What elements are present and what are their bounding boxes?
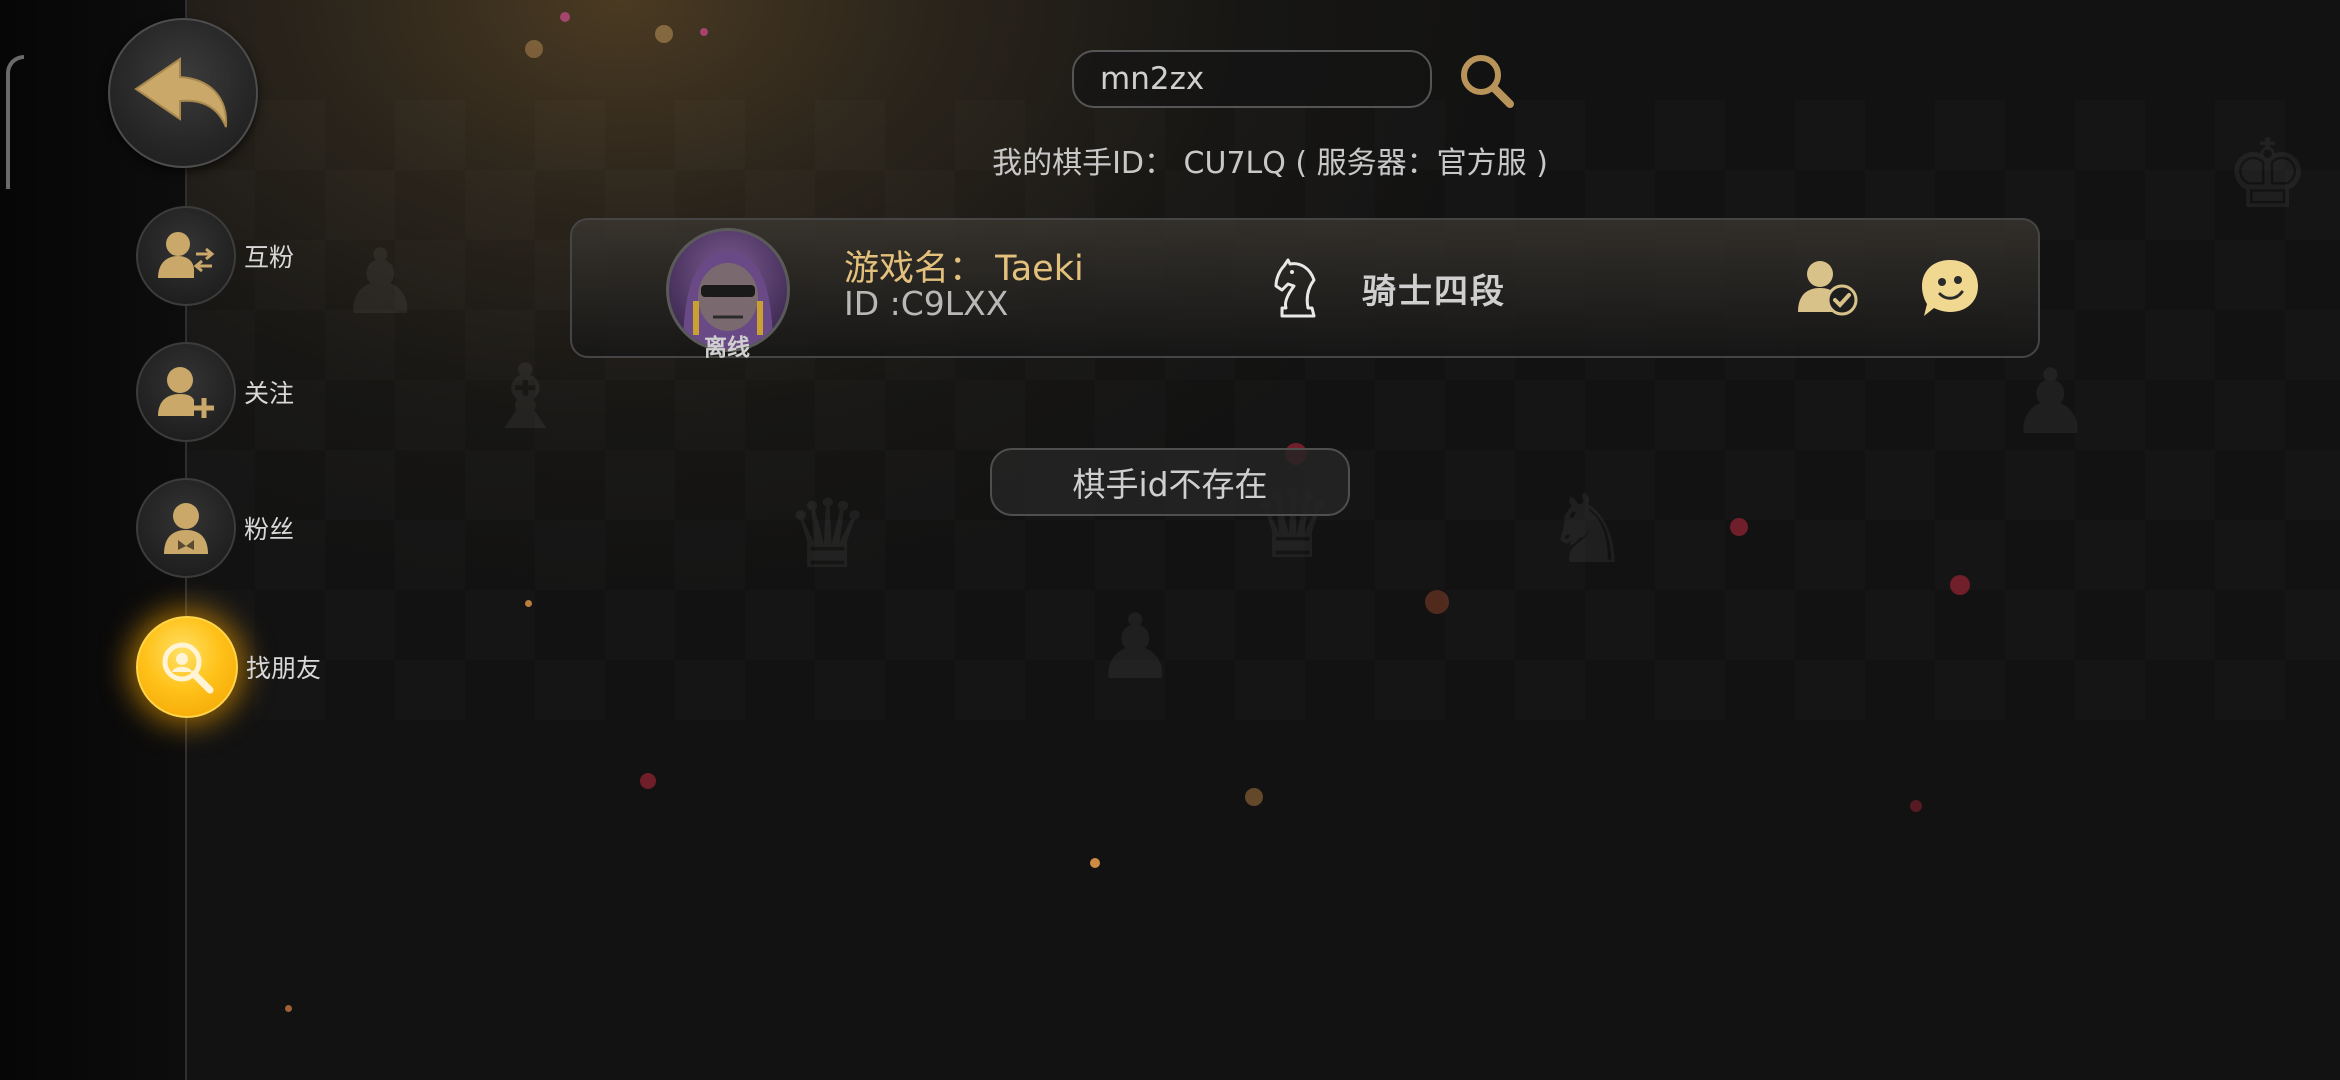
queen-silhouette-icon: ♛ (785, 480, 871, 590)
search-box (1072, 50, 1432, 108)
back-button[interactable] (108, 18, 258, 168)
search-icon (1461, 55, 1514, 108)
nav-icon-circle (136, 478, 236, 578)
spark (525, 40, 543, 58)
spark (525, 600, 532, 607)
spark (655, 25, 673, 43)
spark (560, 12, 570, 22)
nav-icon-circle-active (136, 616, 238, 718)
add-follow-icon (158, 367, 214, 418)
spark (1425, 590, 1449, 614)
search-input[interactable] (1100, 61, 1404, 97)
sidebar-item-following[interactable]: 关注 (136, 342, 294, 442)
followed-button[interactable] (1794, 254, 1862, 322)
knight-silhouette-icon: ♞ (1545, 475, 1631, 585)
king-silhouette-icon: ♚ (2225, 120, 2311, 230)
search-button[interactable] (1456, 50, 1518, 112)
player-id: ID :C9LXX (844, 284, 1009, 323)
sidebar-item-label: 找朋友 (246, 654, 322, 683)
spark (285, 1005, 292, 1012)
sidebar-item-label: 互粉 (244, 243, 295, 272)
sidebar-item-find-friends[interactable]: 找朋友 (136, 616, 321, 718)
nav-icon-circle (136, 206, 236, 306)
pawn-silhouette-icon: ♟ (1095, 595, 1176, 700)
pawn-silhouette-icon: ♟ (340, 230, 421, 335)
my-player-id: 我的棋手ID： CU7LQ ( 服务器：官方服 ) (992, 146, 1548, 181)
status-badge: 离线 (704, 335, 750, 361)
nav-icon-circle (136, 342, 236, 442)
error-toast: 棋手id不存在 (990, 448, 1350, 516)
mutual-follow-icon (158, 232, 215, 278)
chat-button[interactable] (1918, 256, 1982, 320)
player-result-card[interactable]: 离线 游戏名： Taeki ID :C9LXX 骑士四段 (570, 218, 2040, 361)
edge-handle[interactable] (6, 55, 24, 189)
chat-emoji-icon (1922, 260, 1978, 316)
spark (700, 28, 708, 36)
back-arrow-icon (134, 57, 228, 128)
spark (640, 773, 656, 789)
find-friend-icon (162, 642, 214, 694)
player-rank: 骑士四段 (1362, 272, 1506, 312)
spark (1730, 518, 1748, 536)
sidebar-item-fans[interactable]: 粉丝 (136, 478, 294, 578)
spark (1950, 575, 1970, 595)
followed-check-icon (1798, 261, 1858, 316)
sidebar-item-label: 粉丝 (244, 515, 295, 544)
pawn-silhouette-icon: ♟ (2010, 350, 2091, 455)
bishop-silhouette-icon: ♝ (485, 345, 566, 450)
spark (1090, 858, 1100, 868)
spark (1245, 788, 1263, 806)
sidebar-item-mutual[interactable]: 互粉 (136, 206, 294, 306)
spark (1910, 800, 1922, 812)
sidebar-item-label: 关注 (244, 379, 295, 408)
knight-icon (1274, 258, 1316, 318)
fans-icon (164, 503, 208, 554)
